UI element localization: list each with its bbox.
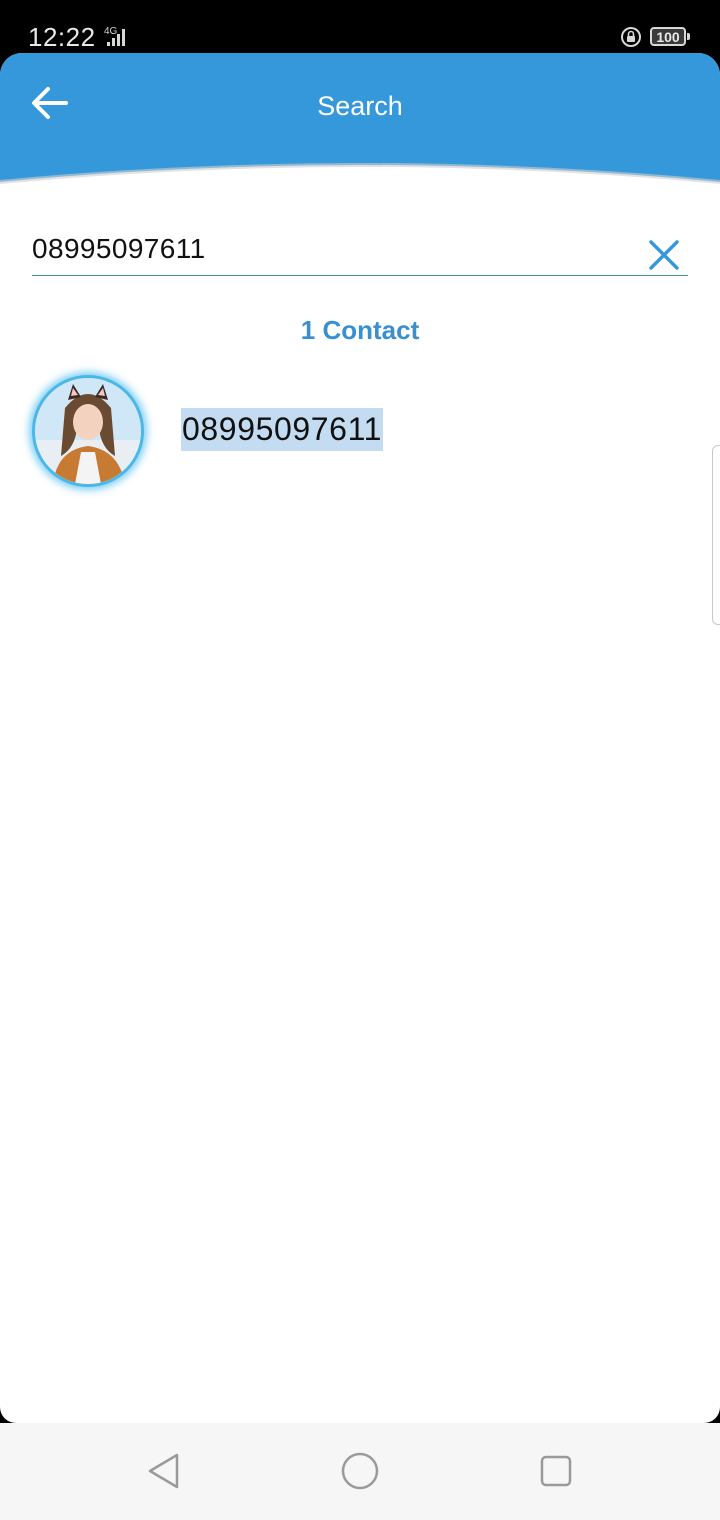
nav-home-button[interactable] <box>338 1449 382 1493</box>
battery-tip <box>687 33 690 40</box>
page-title: Search <box>317 91 403 121</box>
contact-avatar <box>32 375 144 487</box>
navigation-bar <box>0 1423 720 1520</box>
side-scroll-handle[interactable] <box>712 445 720 625</box>
header-bar: Search <box>0 53 720 203</box>
clear-search-button[interactable] <box>646 237 682 273</box>
search-field <box>32 223 688 276</box>
app-screen: Search 1 Contact 0899509761 <box>0 53 720 1423</box>
signal-icon <box>107 29 125 46</box>
battery-level: 100 <box>656 28 680 45</box>
contact-list-item[interactable]: 08995097611 <box>0 371 720 493</box>
header-wave-background <box>0 53 720 184</box>
search-input[interactable] <box>32 229 622 269</box>
back-triangle-icon <box>148 1453 179 1489</box>
contact-photo <box>35 378 141 484</box>
recents-square-icon <box>540 1455 572 1487</box>
contact-number: 08995097611 <box>181 408 383 451</box>
close-icon <box>649 240 679 270</box>
screen-lock-icon <box>621 27 641 47</box>
result-count: 1 Contact <box>300 315 420 345</box>
nav-recents-button[interactable] <box>534 1449 578 1493</box>
battery-icon: 100 <box>650 27 686 46</box>
nav-back-button[interactable] <box>142 1449 186 1493</box>
home-circle-icon <box>341 1452 379 1490</box>
status-time: 12:22 <box>28 22 96 52</box>
